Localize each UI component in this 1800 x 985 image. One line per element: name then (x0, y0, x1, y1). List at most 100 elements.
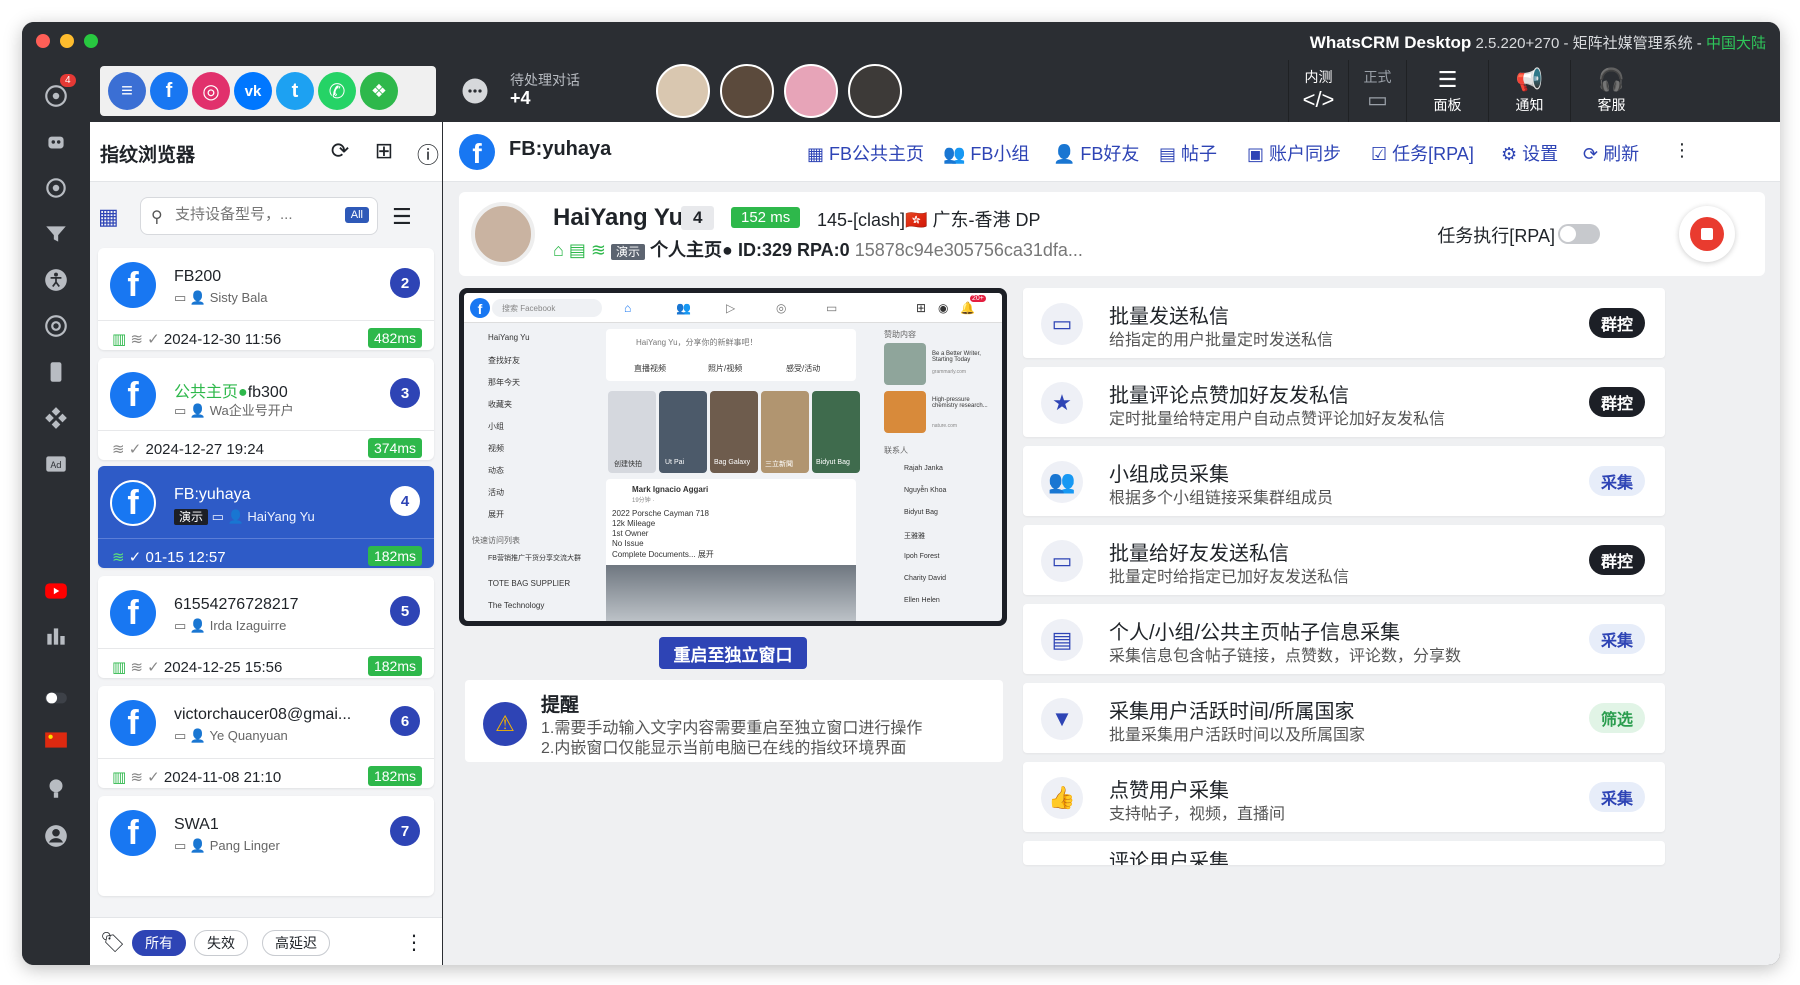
task-bulk-engage[interactable]: ★ 批量评论点赞加好友发私信 定时批量给特定用户自动点赞评论加好友发私信 群控 (1023, 367, 1665, 437)
rail-robot[interactable] (40, 126, 72, 158)
fb-menu-item[interactable]: 那年今天 (488, 377, 520, 388)
fb-menu-item[interactable]: 动态 (488, 465, 504, 476)
fb-contact[interactable]: 王雅雅 (904, 531, 925, 541)
fb-contact[interactable]: Rajah Janka (904, 465, 943, 472)
nav-fb-friends[interactable]: 👤 FB好友 (1053, 140, 1139, 166)
account-card[interactable]: f victorchaucer08@gmai... ▭ 👤 Ye Quanyua… (98, 686, 434, 788)
fb-shortcut[interactable]: FB营销推广干货分享交流大群 (488, 553, 581, 563)
fb-contact[interactable]: Charity David (904, 575, 946, 582)
group-control-button[interactable]: 群控 (1588, 387, 1645, 417)
task-post-collect[interactable]: ▤ 个人/小组/公共主页帖子信息采集 采集信息包含帖子链接，点赞数，评论数，分享… (1023, 604, 1665, 674)
platform-instagram-button[interactable]: ◎ (192, 72, 230, 110)
add-icon[interactable]: ⊞ (370, 138, 398, 166)
platform-vk-button[interactable]: vk (234, 72, 272, 110)
bell-icon[interactable]: 🔔 (960, 301, 975, 315)
task-active-time[interactable]: ▼ 采集用户活跃时间/所属国家 批量采集用户活跃时间以及所属国家 筛选 (1023, 683, 1665, 753)
zoom-window-button[interactable] (84, 34, 98, 48)
fb-story[interactable]: 创建快拍 (608, 391, 656, 473)
composer-feeling[interactable]: 感受/活动 (786, 363, 820, 374)
nav-refresh[interactable]: ⟳ 刷新 (1583, 140, 1639, 166)
tag-icon[interactable]: 🏷 (100, 930, 125, 955)
fb-contact[interactable]: Ipoh Forest (904, 553, 939, 560)
rail-chrome[interactable] (40, 310, 72, 342)
ad-image[interactable] (884, 343, 926, 385)
collect-button[interactable]: 采集 (1588, 624, 1645, 654)
fb-menu-item[interactable]: HaiYang Yu (488, 333, 530, 342)
notifications-button[interactable]: 📢 通知 (1488, 60, 1570, 122)
fb-story[interactable]: Bag Galaxy (710, 391, 758, 473)
fb-menu-item[interactable]: 活动 (488, 487, 504, 498)
minimize-window-button[interactable] (60, 34, 74, 48)
stop-button[interactable] (1679, 206, 1735, 262)
fb-story[interactable]: Ut Pai (659, 391, 707, 473)
platform-twitter-button[interactable]: t (276, 72, 314, 110)
rail-phone[interactable] (40, 356, 72, 388)
rpa-toggle[interactable] (1558, 224, 1600, 244)
rail-ad[interactable]: Ad (40, 448, 72, 480)
fb-contact[interactable]: Ellen Helen (904, 597, 940, 604)
nav-fb-groups[interactable]: 👥 FB小组 (943, 140, 1029, 166)
platform-whatsapp-button[interactable]: ✆ (318, 72, 356, 110)
composer-live[interactable]: 直播视频 (634, 363, 666, 374)
nav-tasks-rpa[interactable]: ☑ 任务[RPA] (1371, 140, 1474, 166)
account-card[interactable]: f FB200 ▭ 👤 Sisty Bala 2 ▥ ≋ ✓ 2024-12-3… (98, 248, 434, 350)
support-button[interactable]: 🎧 客服 (1570, 60, 1652, 122)
beta-channel-button[interactable]: 内测 </> (1288, 60, 1348, 122)
fb-menu-item[interactable]: 展开 (488, 509, 504, 520)
filter-high-latency[interactable]: 高延迟 (262, 930, 330, 956)
rail-chat[interactable]: 4 (40, 74, 76, 112)
refresh-icon[interactable]: ⟳ (326, 138, 354, 166)
ad-title[interactable]: High-pressure chemistry research... (932, 397, 996, 409)
more-vertical-icon[interactable]: ⋮ (404, 930, 424, 955)
ad-image[interactable] (884, 391, 926, 433)
chat-avatar[interactable] (656, 64, 710, 118)
info-icon[interactable]: ⓘ (414, 138, 442, 168)
platform-facebook-button[interactable]: f (150, 72, 188, 110)
fb-story[interactable]: 三立新聞 (761, 391, 809, 473)
sort-icon[interactable]: ☰ (392, 204, 412, 230)
rail-youtube[interactable] (40, 575, 72, 607)
menu-grid-icon[interactable]: ⊞ (916, 301, 926, 315)
composer-photo[interactable]: 照片/视频 (708, 363, 742, 374)
account-card-selected[interactable]: f FB:yuhaya 演示 ▭ 👤 HaiYang Yu 4 ≋ ✓ 01-1… (98, 466, 434, 568)
facebook-page[interactable]: f 搜索 Facebook ⌂ 👥 ▷ ◎ ▭ ⊞ ◉ 🔔 20+ HaiYan… (464, 293, 1002, 621)
rail-stats[interactable] (40, 620, 72, 652)
fb-menu-item[interactable]: 收藏夹 (488, 399, 512, 410)
rail-theme-toggle[interactable] (40, 682, 72, 714)
account-card[interactable]: f SWA1 ▭ 👤 Pang Linger 7 (98, 796, 434, 896)
messenger-icon[interactable]: ◉ (938, 301, 948, 315)
friends-icon[interactable]: 👥 (676, 301, 691, 315)
task-friend-dm[interactable]: ▭ 批量给好友发送私信 批量定时给指定已加好友发送私信 群控 (1023, 525, 1665, 595)
search-scope-tag[interactable]: All (344, 207, 369, 223)
chat-avatar[interactable] (784, 64, 838, 118)
home-icon[interactable]: ⌂ (624, 301, 631, 315)
rail-support[interactable] (40, 772, 72, 804)
nav-settings[interactable]: ⚙ 设置 (1501, 140, 1558, 166)
device-search[interactable]: ⚲ All (140, 197, 378, 235)
task-bulk-dm[interactable]: ▭ 批量发送私信 给指定的用户批量定时发送私信 群控 (1023, 288, 1665, 358)
release-channel-button[interactable]: 正式 ▭ (1348, 60, 1406, 122)
task-comment-users[interactable]: 评论用户采集 (1023, 841, 1665, 865)
fb-menu-item[interactable]: 小组 (488, 421, 504, 432)
task-like-users[interactable]: 👍 点赞用户采集 支持帖子，视频，直播间 采集 (1023, 762, 1665, 832)
nav-account-sync[interactable]: ▣ 账户同步 (1247, 140, 1341, 166)
chat-avatar[interactable] (720, 64, 774, 118)
rail-target[interactable] (40, 172, 72, 204)
filter-button[interactable]: 筛选 (1588, 703, 1645, 733)
fb-composer[interactable]: HaiYang Yu，分享你的新鲜事吧！ 直播视频 照片/视频 感受/活动 (606, 329, 856, 381)
rail-apps[interactable] (40, 402, 72, 434)
ad-title[interactable]: Be a Better Writer, Starting Today (932, 351, 996, 363)
account-card[interactable]: f 61554276728217 ▭ 👤 Irda Izaguirre 5 ▥ … (98, 576, 434, 678)
facebook-search[interactable]: 搜索 Facebook (492, 299, 602, 317)
fb-story[interactable]: Bidyut Bag (812, 391, 860, 473)
collect-button[interactable]: 采集 (1588, 782, 1645, 812)
fb-shortcut[interactable]: The Technology (488, 601, 544, 610)
fb-contact[interactable]: Bidyut Bag (904, 509, 938, 516)
gaming-icon[interactable]: ▭ (826, 301, 837, 315)
nav-posts[interactable]: ▤ 帖子 (1159, 140, 1217, 166)
chat-avatar[interactable] (848, 64, 902, 118)
restart-standalone-button[interactable]: 重启至独立窗口 (659, 637, 807, 669)
group-control-button[interactable]: 群控 (1588, 308, 1645, 338)
fb-shortcut[interactable]: TOTE BAG SUPPLIER (488, 579, 570, 588)
qr-grid-icon[interactable]: ▦ (98, 204, 119, 230)
